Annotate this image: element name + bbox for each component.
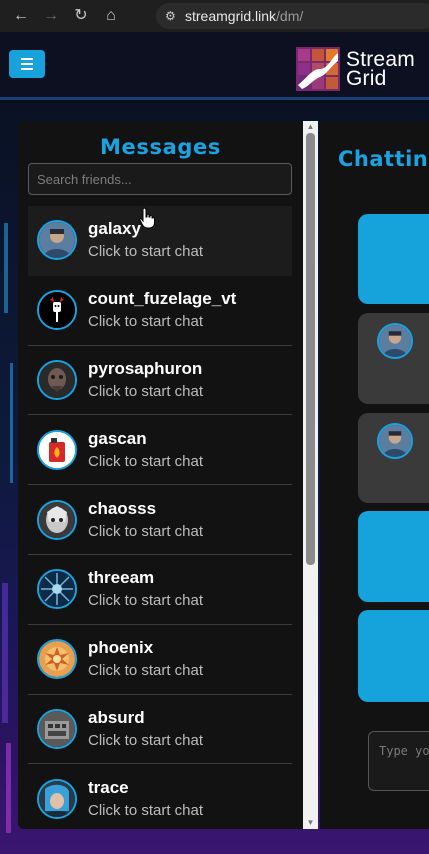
forward-icon[interactable]: → [42,7,60,25]
scrollbar-thumb[interactable] [306,133,315,565]
message-input[interactable] [368,731,429,791]
friend-name: phoenix [88,638,154,658]
friend-status: Click to start chat [88,592,204,610]
friend-item-gascan[interactable]: gascan Click to start chat [28,415,292,486]
trace-avatar [37,779,77,820]
reload-icon[interactable]: ↻ [72,7,90,25]
search-friends-input[interactable] [28,163,292,195]
message-bubble [358,313,429,404]
message-bubble [358,214,429,304]
friend-name: count_fuzelage_vt [88,289,237,309]
hamburger-icon-line [21,68,33,70]
count-avatar [37,290,77,331]
friend-status: Click to start chat [88,662,204,680]
browser-toolbar: ← → ↻ ⌂ ⚙ streamgrid.link/dm/ [0,0,429,32]
friend-name: pyrosaphuron [88,358,203,378]
friend-name: gascan [88,428,147,448]
phoenix-avatar [37,639,77,680]
friend-status: Click to start chat [88,382,204,400]
sender-avatar [377,423,413,459]
chat-panel: Chatting [320,121,429,829]
url-host: streamgrid.link [185,8,277,24]
friend-status: Click to start chat [88,731,204,749]
hand-pointer-cursor-icon [139,207,155,229]
back-icon[interactable]: ← [12,7,30,25]
absurd-avatar [37,708,77,749]
galaxy-avatar [37,220,77,261]
friends-list: galaxy Click to start chat count_fuzelage… [28,206,292,829]
message-bubble [358,413,429,503]
sidebar-title: Messages [100,135,221,159]
messages-sidebar: Messages galaxyClick to start chat count… [18,121,303,829]
site-logo[interactable]: Stream Grid [296,47,416,91]
scroll-up-arrow-icon[interactable]: ▲ [303,121,318,133]
hamburger-icon-line [21,63,33,65]
friend-status: Click to start chat [88,522,204,540]
friend-name: chaosss [88,498,157,518]
friend-item-count-fuzelage-vt[interactable]: count_fuzelage_vt Click to start chat [28,276,292,346]
friend-name: threeam [88,568,155,588]
message-bubble [358,610,429,702]
scroll-down-arrow-icon[interactable]: ▼ [303,817,318,829]
friend-item-pyrosaphuron[interactable]: pyrosaphuron Click to start chat [28,346,292,416]
friend-status: Click to start chat [88,313,204,331]
threeam-avatar [37,569,77,610]
friend-item-absurd[interactable]: absurd Click to start chat [28,695,292,765]
friend-status: Click to start chat [88,452,204,470]
sidebar-scrollbar[interactable]: ▲ ▼ [303,121,318,829]
friend-item-phoenix[interactable]: phoenix Click to start chat [28,625,292,695]
pyrosaphuron-avatar [37,359,77,400]
message-bubble [358,511,429,602]
friend-name: absurd [88,707,145,727]
friend-name: trace [88,778,129,798]
gascan-avatar [37,429,77,470]
chat-title: Chatting [338,147,429,171]
friend-item-threeam[interactable]: threeam Click to start chat [28,555,292,625]
sender-avatar [377,323,413,359]
url-path: /dm/ [276,8,304,24]
logo-text: Stream Grid [346,49,415,90]
site-header: Stream Grid [0,32,429,100]
logo-line-2: Grid [346,67,387,90]
friend-status: Click to start chat [88,243,204,261]
hamburger-icon [21,58,33,60]
friend-item-galaxy[interactable]: galaxy Click to start chat [28,206,292,276]
site-settings-icon[interactable]: ⚙ [165,9,179,23]
menu-button[interactable] [9,50,45,78]
friend-item-trace[interactable]: trace Click to start chat [28,764,292,829]
chaosss-avatar [37,499,77,540]
streamgrid-logo-icon [296,47,340,91]
friend-item-chaosss[interactable]: chaosss Click to start chat [28,485,292,555]
address-url: streamgrid.link/dm/ [185,8,303,24]
address-bar[interactable]: ⚙ streamgrid.link/dm/ [156,3,429,29]
home-icon[interactable]: ⌂ [102,7,120,25]
friend-status: Click to start chat [88,802,204,820]
